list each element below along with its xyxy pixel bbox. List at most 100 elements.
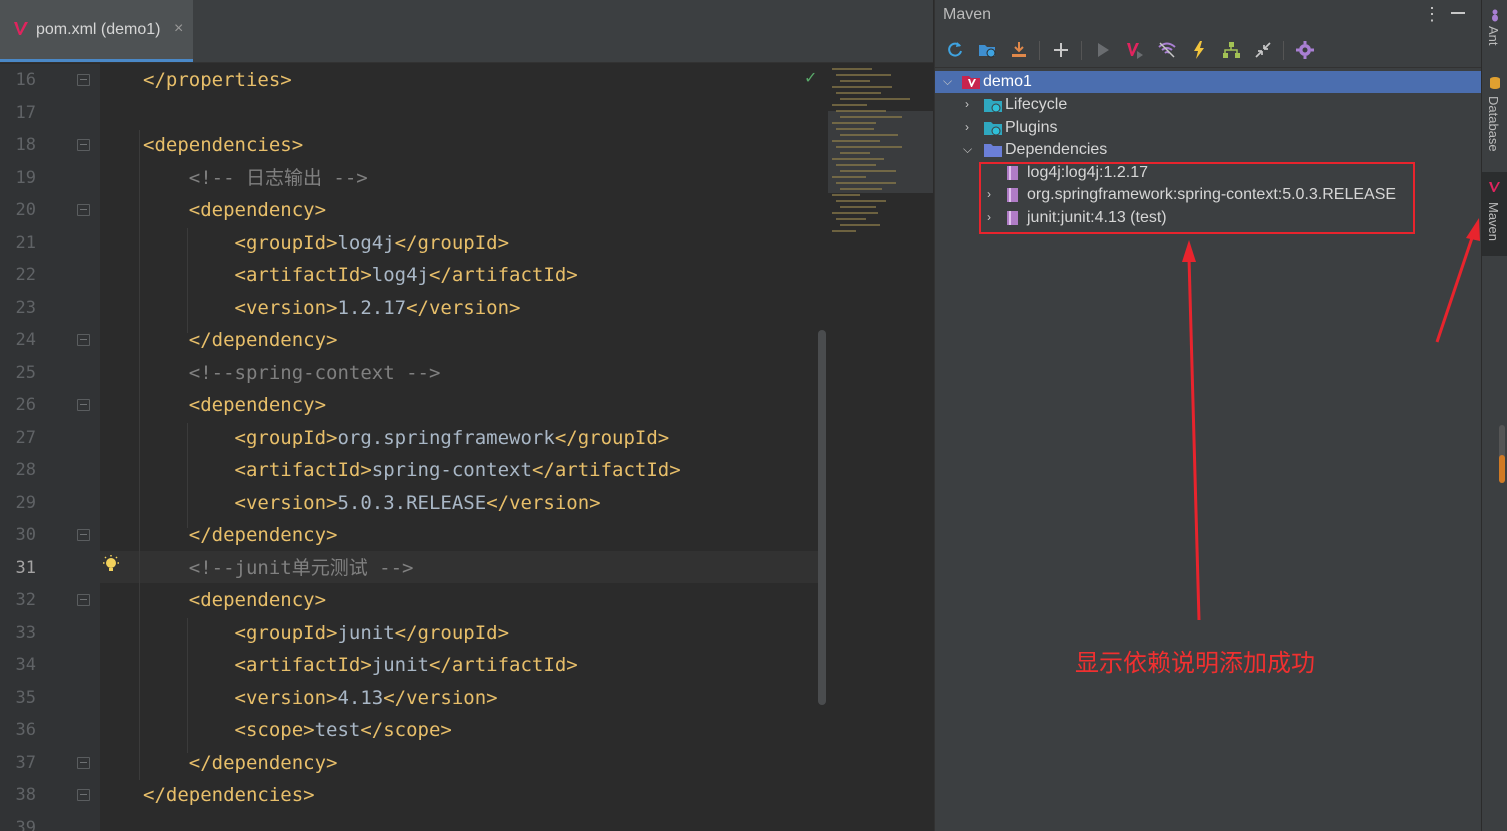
tree-node-plugins[interactable]: › Plugins (935, 117, 1482, 139)
fold-marker-icon[interactable] (77, 529, 90, 541)
reload-icon[interactable] (945, 40, 965, 60)
line-number: 28 (15, 460, 36, 480)
code-line: <!-- 日志输出 --> (143, 162, 368, 194)
code-text: 4.13 (337, 686, 384, 709)
collapse-all-icon[interactable] (1253, 40, 1273, 60)
code-tag: <version> (143, 491, 338, 514)
minimap-line (832, 158, 884, 160)
editor-pane[interactable]: pom.xml (demo1) × </properties> <dependen… (0, 0, 933, 831)
minimap-line (840, 134, 898, 136)
line-number: 18 (15, 135, 36, 155)
code-text: spring-context (371, 459, 532, 481)
fold-marker-icon[interactable] (77, 204, 90, 216)
settings-icon[interactable] (1295, 40, 1315, 60)
show-dependencies-icon[interactable] (1221, 40, 1241, 60)
minimap-line (840, 152, 870, 154)
tree-node-dependencies[interactable]: ⌵ Dependencies (935, 139, 1482, 161)
tool-button-database[interactable]: Database (1482, 72, 1507, 162)
code-tag: <artifactId> (143, 459, 372, 481)
code-line: </dependencies> (143, 779, 315, 811)
right-tool-strip: Ant Database Maven (1481, 0, 1507, 831)
line-number: 23 (15, 297, 36, 318)
line-number: 31 (15, 557, 36, 578)
minimap-line (832, 140, 880, 142)
minimap-line (832, 68, 872, 70)
run-icon[interactable] (1093, 40, 1113, 60)
highlight-box (979, 162, 1415, 234)
more-options-icon[interactable]: ⋮ (1423, 4, 1441, 25)
line-number: 24 (15, 330, 36, 350)
execute-goal-icon[interactable] (1125, 40, 1145, 60)
add-icon[interactable] (1051, 40, 1071, 60)
minimap-line (832, 194, 860, 196)
code-minimap[interactable] (828, 64, 933, 244)
code-tag: <groupId> (143, 231, 338, 254)
code-tag: </groupId> (554, 426, 670, 449)
chevron-right-icon[interactable]: › (965, 120, 969, 134)
fold-marker-icon[interactable] (77, 756, 90, 769)
tree-node-demo1[interactable]: ⌵ demo1 (935, 71, 1482, 93)
chevron-down-icon[interactable]: ⌵ (963, 142, 972, 157)
code-line: </dependency> (143, 747, 338, 779)
code-line: <version>4.13</version> (143, 682, 498, 714)
lifecycle-label: Lifecycle (1005, 96, 1068, 113)
tab-label: pom.xml (demo1) (36, 21, 161, 38)
fold-marker-icon[interactable] (77, 399, 90, 411)
strip-scrollbar-highlight (1499, 455, 1505, 483)
fold-marker-icon[interactable] (77, 594, 90, 606)
fold-marker-icon[interactable] (77, 334, 90, 346)
code-line: <artifactId>log4j</artifactId> (143, 259, 578, 291)
code-tag: <scope> (143, 719, 315, 741)
indent-guide (187, 618, 188, 753)
line-number: 16 (15, 70, 36, 90)
code-tag: </properties> (143, 69, 292, 91)
code-tag: </artifactId> (428, 264, 578, 286)
minimap-line (840, 98, 910, 100)
editor-scrollbar[interactable] (818, 330, 826, 705)
minimap-line (836, 146, 902, 148)
hide-panel-icon[interactable] (1451, 12, 1465, 14)
database-icon (1488, 76, 1502, 95)
minimap-line (832, 104, 867, 106)
tab-pom-xml[interactable]: pom.xml (demo1) × (0, 0, 193, 62)
fold-marker-icon[interactable] (77, 789, 90, 801)
code-tag: </dependency> (143, 751, 338, 774)
code-line: <dependency> (143, 194, 326, 226)
code-tag: </dependency> (143, 524, 338, 546)
toggle-offline-icon[interactable] (1157, 40, 1177, 60)
code-text: test (314, 719, 361, 741)
dependencies-folder-icon (983, 141, 1003, 164)
lightbulb-icon[interactable] (102, 555, 120, 580)
fold-marker-icon[interactable] (77, 139, 90, 151)
tool-button-ant[interactable]: Ant (1482, 4, 1507, 64)
maven-file-icon (12, 20, 30, 43)
strip-scrollbar[interactable] (1499, 425, 1505, 483)
tool-label-database: Database (1486, 96, 1501, 152)
line-number: 37 (15, 752, 36, 773)
generate-sources-icon[interactable] (977, 40, 997, 60)
line-number: 17 (15, 102, 36, 123)
skip-tests-icon[interactable] (1189, 40, 1209, 60)
chevron-right-icon[interactable]: › (965, 97, 969, 111)
maven-tool-window: Maven ⋮ ⌵ demo1 › Lifecycle › Plugins ⌵ … (934, 0, 1482, 831)
download-icon[interactable] (1009, 40, 1029, 60)
inspection-ok-icon[interactable]: ✓ (804, 68, 817, 88)
chevron-down-icon[interactable]: ⌵ (943, 74, 952, 89)
code-tag: </groupId> (394, 621, 510, 644)
code-tag: <artifactId> (143, 654, 372, 676)
code-text: 1.2.17 (337, 296, 407, 319)
code-tag: <groupId> (143, 426, 338, 449)
close-icon[interactable]: × (174, 20, 183, 38)
toolbar-separator (1283, 41, 1284, 60)
maven-project-icon (961, 73, 981, 96)
line-number: 25 (15, 362, 36, 383)
minimap-line (832, 212, 878, 214)
line-number: 36 (15, 720, 36, 740)
code-text: log4j (337, 231, 395, 254)
tool-button-maven[interactable]: Maven (1482, 172, 1507, 256)
line-number: 27 (15, 427, 36, 448)
fold-marker-icon[interactable] (77, 74, 90, 86)
tree-node-lifecycle[interactable]: › Lifecycle (935, 94, 1482, 116)
code-line: <artifactId>junit</artifactId> (143, 649, 578, 681)
line-number: 39 (15, 817, 36, 831)
